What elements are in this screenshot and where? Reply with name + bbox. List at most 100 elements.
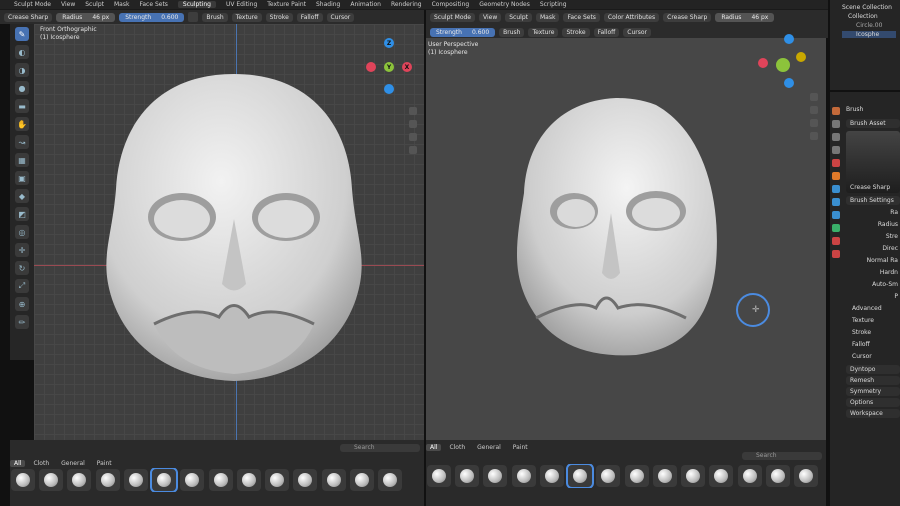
right-menu-texture[interactable]: Texture bbox=[528, 28, 559, 37]
data-tab-icon[interactable] bbox=[832, 224, 840, 232]
menu-cursor[interactable]: Cursor bbox=[326, 12, 355, 22]
right-grid-icon[interactable] bbox=[810, 132, 818, 140]
mode-selector[interactable]: Sculpt Mode bbox=[14, 1, 51, 8]
brush-thumb[interactable] bbox=[95, 469, 120, 491]
tab-scripting[interactable]: Scripting bbox=[540, 1, 567, 8]
menu-texture[interactable]: Texture bbox=[231, 12, 262, 22]
shelf-tab-paint[interactable]: Paint bbox=[93, 460, 116, 467]
brush-preview[interactable]: Crease Sharp bbox=[846, 131, 900, 193]
menu-sculpt[interactable]: Sculpt bbox=[85, 1, 104, 8]
brush-thumb[interactable] bbox=[236, 469, 261, 491]
left-shelf-search[interactable]: Search bbox=[340, 444, 420, 452]
strength-field[interactable]: Strength 0.600 bbox=[119, 12, 185, 22]
brush-thumb[interactable] bbox=[321, 469, 346, 491]
setting-row[interactable]: Hardn bbox=[846, 267, 898, 279]
y-axis-icon[interactable]: Y bbox=[384, 62, 394, 72]
tab-animation[interactable]: Animation bbox=[350, 1, 381, 8]
brush-name[interactable]: Crease Sharp bbox=[4, 12, 53, 22]
brush-thumb[interactable] bbox=[511, 465, 536, 487]
brush-thumb[interactable] bbox=[427, 465, 451, 487]
particles-tab-icon[interactable] bbox=[832, 198, 840, 206]
trim-tool-icon[interactable]: ◩ bbox=[15, 207, 29, 221]
tab-geometry-nodes[interactable]: Geometry Nodes bbox=[479, 1, 530, 8]
x-axis-positive-icon[interactable]: X bbox=[402, 62, 412, 72]
pan-hand-icon[interactable] bbox=[409, 120, 417, 128]
brush-thumb[interactable] bbox=[349, 469, 374, 491]
grid-toggle-icon[interactable] bbox=[409, 146, 417, 154]
right-camera-icon[interactable] bbox=[810, 119, 818, 127]
section-dyntopo[interactable]: Dyntopo bbox=[846, 365, 900, 374]
right-menu-face-sets[interactable]: Face Sets bbox=[563, 13, 600, 22]
physics-tab-icon[interactable] bbox=[832, 211, 840, 219]
move-tool-icon[interactable]: ✛ bbox=[15, 243, 29, 257]
brush-thumb[interactable] bbox=[652, 465, 677, 487]
right-shelf-search[interactable]: Search bbox=[742, 452, 822, 460]
tab-uv-editing[interactable]: UV Editing bbox=[226, 1, 257, 8]
panel-advanced[interactable]: Advanced bbox=[846, 303, 900, 315]
panel-stroke[interactable]: Stroke bbox=[846, 327, 900, 339]
z-axis-icon[interactable]: Z bbox=[384, 38, 394, 48]
brush-asset-panel[interactable]: Brush Asset bbox=[846, 119, 900, 128]
tool-tab-icon[interactable] bbox=[832, 107, 840, 115]
brush-thumb[interactable] bbox=[596, 465, 621, 487]
brush-thumb[interactable] bbox=[265, 469, 290, 491]
draw-brush-tool-icon[interactable]: ✎ bbox=[15, 27, 29, 41]
section-options[interactable]: Options bbox=[846, 398, 900, 407]
right-ortho-icon[interactable] bbox=[796, 52, 806, 62]
shelf-tab-all[interactable]: All bbox=[10, 459, 26, 467]
smooth-tool-icon[interactable]: ● bbox=[15, 81, 29, 95]
brush-thumb[interactable] bbox=[293, 469, 318, 491]
shelf-tab-general[interactable]: General bbox=[57, 460, 89, 467]
tab-texture-paint[interactable]: Texture Paint bbox=[267, 1, 306, 8]
right-color-attributes[interactable]: Color Attributes bbox=[603, 13, 660, 22]
x-axis-icon[interactable] bbox=[366, 62, 376, 72]
setting-row[interactable]: Radius bbox=[846, 219, 898, 231]
right-viewport[interactable]: User Perspective (1) Icosphere ✛ bbox=[426, 34, 826, 440]
annotate-tool-icon[interactable]: ✏ bbox=[15, 315, 29, 329]
camera-icon[interactable] bbox=[409, 133, 417, 141]
brush-thumb[interactable] bbox=[709, 465, 734, 487]
snake-hook-tool-icon[interactable]: ↝ bbox=[15, 135, 29, 149]
output-tab-icon[interactable] bbox=[832, 133, 840, 141]
brush-thumb[interactable] bbox=[483, 465, 508, 487]
setting-row[interactable]: Normal Ra bbox=[846, 255, 898, 267]
scene-tab-icon[interactable] bbox=[832, 159, 840, 167]
scale-tool-icon[interactable]: ⤢ bbox=[15, 279, 29, 293]
brush-thumb[interactable] bbox=[455, 465, 480, 487]
section-remesh[interactable]: Remesh bbox=[846, 376, 900, 385]
right-menu-cursor[interactable]: Cursor bbox=[623, 28, 652, 37]
left-viewport[interactable]: Front Orthographic (1) Icosphere Z Y X bbox=[34, 24, 424, 440]
menu-stroke[interactable]: Stroke bbox=[265, 12, 293, 22]
tab-compositing[interactable]: Compositing bbox=[432, 1, 470, 8]
brush-thumb[interactable] bbox=[737, 465, 762, 487]
brush-thumb[interactable] bbox=[794, 465, 819, 487]
menu-falloff[interactable]: Falloff bbox=[296, 12, 323, 22]
brush-thumb[interactable] bbox=[681, 465, 706, 487]
brush-thumb[interactable] bbox=[765, 465, 790, 487]
setting-row[interactable]: Auto-Sm bbox=[846, 279, 898, 291]
right-shelf-tab-paint[interactable]: Paint bbox=[509, 444, 532, 451]
pressure-icon[interactable] bbox=[188, 12, 199, 22]
brush-thumb[interactable] bbox=[539, 465, 564, 487]
right-strength-field[interactable]: Strength 0.600 bbox=[430, 28, 496, 37]
menu-mask[interactable]: Mask bbox=[114, 1, 129, 8]
modifier-tab-icon[interactable] bbox=[832, 185, 840, 193]
crease-tool-icon[interactable]: ◑ bbox=[15, 63, 29, 77]
setting-row[interactable]: Ra bbox=[846, 207, 898, 219]
right-navigation-gizmo[interactable] bbox=[756, 34, 816, 98]
right-zoom-icon[interactable] bbox=[810, 93, 818, 101]
menu-brush[interactable]: Brush bbox=[202, 12, 228, 22]
material-tab-icon[interactable] bbox=[832, 237, 840, 245]
right-shelf-tab-cloth[interactable]: Cloth bbox=[445, 444, 469, 451]
right-z-neg-icon[interactable] bbox=[784, 78, 794, 88]
right-menu-stroke[interactable]: Stroke bbox=[562, 28, 590, 37]
brush-thumb[interactable] bbox=[123, 469, 148, 491]
object-tab-icon[interactable] bbox=[832, 172, 840, 180]
right-x-axis-icon[interactable] bbox=[758, 58, 768, 68]
right-brush-name[interactable]: Crease Sharp bbox=[663, 13, 712, 22]
menu-view[interactable]: View bbox=[61, 1, 75, 8]
outliner-item-icosphere[interactable]: Icosphe bbox=[842, 31, 896, 38]
brush-thumb[interactable] bbox=[378, 469, 403, 491]
face-set-tool-icon[interactable]: ◆ bbox=[15, 189, 29, 203]
transform-tool-icon[interactable]: ⊕ bbox=[15, 297, 29, 311]
